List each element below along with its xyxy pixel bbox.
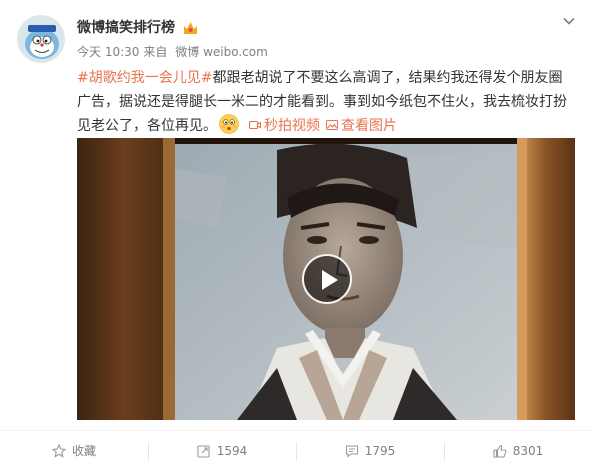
comment-button[interactable]: 1795: [296, 431, 444, 470]
chevron-down-icon[interactable]: [562, 14, 576, 28]
play-icon: [322, 270, 338, 290]
post-source: 微博 weibo.com: [175, 45, 268, 59]
weibo-post-card: 微博搞笑排行榜 今天 10:30 来自 微博 weibo.com #胡歌约我一会儿…: [0, 0, 592, 470]
video-icon: [248, 120, 262, 130]
post-time[interactable]: 今天 10:30: [77, 45, 139, 59]
repost-button[interactable]: 1594: [148, 431, 296, 470]
vip-badge-icon[interactable]: [181, 19, 200, 36]
post-meta: 今天 10:30 来自 微博 weibo.com: [77, 45, 272, 59]
source-prefix: 来自: [143, 45, 168, 59]
repost-icon: [197, 444, 210, 458]
play-button[interactable]: [302, 254, 352, 304]
video-thumbnail[interactable]: [77, 138, 575, 420]
like-icon: [493, 444, 507, 458]
comment-count: 1795: [364, 443, 396, 458]
hashtag-link[interactable]: #胡歌约我一会儿见#: [77, 70, 212, 86]
action-bar: 收藏 1594 1795 8301: [0, 431, 592, 470]
like-button[interactable]: 8301: [444, 431, 592, 470]
avatar[interactable]: [17, 15, 65, 63]
favorite-label: 收藏: [71, 444, 96, 458]
comment-icon: [345, 444, 358, 458]
username[interactable]: 微博搞笑排行榜: [77, 19, 175, 37]
video-link-label: 秒拍视频: [264, 118, 320, 134]
repost-count: 1594: [216, 443, 248, 458]
image-link[interactable]: 查看图片: [325, 118, 397, 134]
emoji-icon: [219, 114, 239, 134]
star-icon: [51, 443, 66, 458]
image-icon: [325, 119, 339, 131]
video-link[interactable]: 秒拍视频: [248, 118, 320, 134]
post-content: #胡歌约我一会儿见#都跟老胡说了不要这么高调了，结果约我还得发个朋友圈广告，据说…: [77, 66, 575, 138]
favorite-button[interactable]: 收藏: [0, 431, 148, 470]
image-link-label: 查看图片: [341, 118, 397, 134]
like-count: 8301: [512, 443, 544, 458]
